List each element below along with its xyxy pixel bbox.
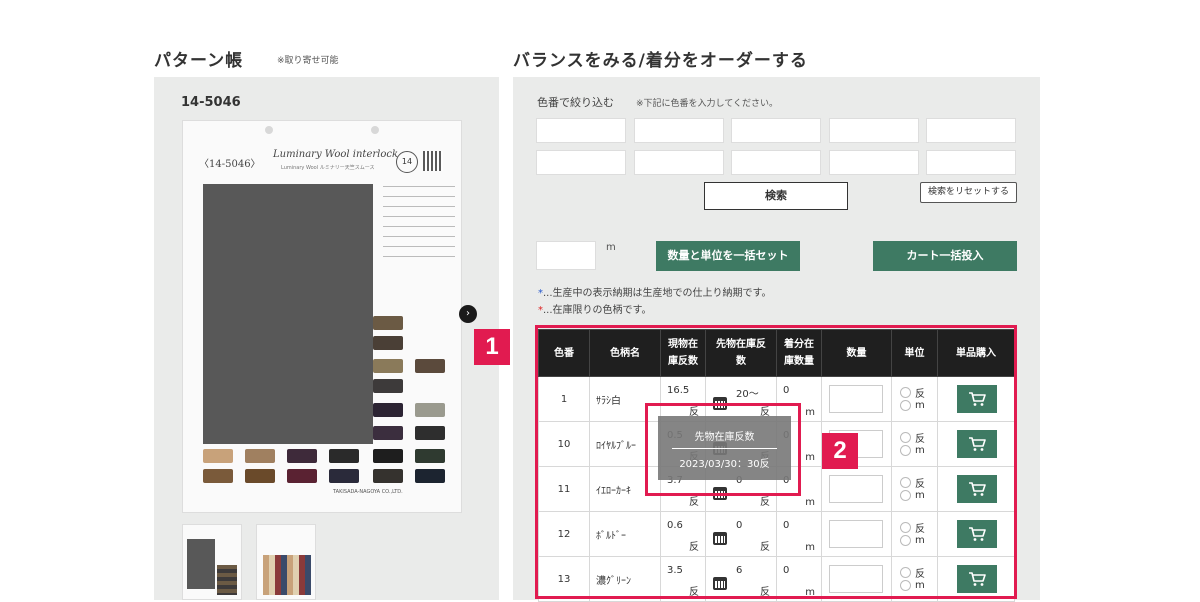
color-swatch <box>373 469 403 483</box>
color-swatch <box>203 449 233 463</box>
color-swatch <box>287 449 317 463</box>
card-hole <box>265 126 273 134</box>
swatch-card-image[interactable]: 〈14-5046〉 Luminary Wool interlock Lumina… <box>182 120 462 513</box>
limited-stock-note: *...在庫限りの色柄です。 <box>538 301 652 316</box>
card-hole <box>371 126 379 134</box>
card-subtitle: Luminary Wool ルミナリー天竺スムース <box>281 165 375 171</box>
color-swatch <box>373 449 403 463</box>
color-swatch <box>373 336 403 350</box>
color-number-input[interactable] <box>829 118 919 143</box>
card-footer: TAKISADA-NAGOYA CO.,LTD. <box>333 489 403 495</box>
color-swatch <box>373 316 403 330</box>
thumbnail-1[interactable] <box>182 524 242 600</box>
card-title: Luminary Wool interlock <box>273 149 399 160</box>
order-heading: バランスをみる/着分をオーダーする <box>513 51 808 71</box>
pattern-code: 14-5046 <box>181 95 241 110</box>
color-number-input[interactable] <box>926 150 1016 175</box>
card-code: 〈14-5046〉 <box>199 159 261 170</box>
production-note-text: ...生産中の表示納期は生産地での仕上り納期です。 <box>543 288 772 299</box>
reset-search-button[interactable]: 検索をリセットする <box>920 182 1017 203</box>
filter-label: 色番で絞り込む <box>537 96 614 109</box>
color-swatch <box>373 359 403 373</box>
annotation-badge-2: 2 <box>822 433 858 469</box>
bulk-set-button[interactable]: 数量と単位を一括セット <box>656 241 800 271</box>
cart-bulk-add-button[interactable]: カート一括投入 <box>873 241 1017 271</box>
color-number-input[interactable] <box>536 118 626 143</box>
thumbnail-2[interactable] <box>256 524 316 600</box>
color-swatch <box>415 359 445 373</box>
color-number-input[interactable] <box>829 150 919 175</box>
bulk-quantity-input[interactable] <box>536 241 596 270</box>
color-swatch <box>329 449 359 463</box>
bulk-quantity-unit: m <box>606 242 616 253</box>
next-image-arrow-icon[interactable]: › <box>459 305 477 323</box>
color-number-input[interactable] <box>731 118 821 143</box>
annotation-badge-1: 1 <box>474 329 510 365</box>
color-swatch <box>415 469 445 483</box>
color-swatch <box>287 469 317 483</box>
color-number-input[interactable] <box>926 118 1016 143</box>
filter-note: ※下記に色番を入力してください。 <box>636 99 779 109</box>
limited-stock-note-text: ...在庫限りの色柄です。 <box>543 305 652 316</box>
color-swatch <box>415 449 445 463</box>
color-swatch <box>415 403 445 417</box>
color-number-input[interactable] <box>634 150 724 175</box>
color-number-input[interactable] <box>634 118 724 143</box>
brand-logo: 14 <box>396 151 418 173</box>
pattern-book-heading: パターン帳 <box>154 51 244 71</box>
color-swatch <box>373 403 403 417</box>
qr-code-icon <box>423 151 443 171</box>
search-button[interactable]: 検索 <box>704 182 848 210</box>
color-swatch <box>373 379 403 393</box>
orderable-note: ※取り寄せ可能 <box>277 56 339 66</box>
color-swatch <box>373 426 403 440</box>
fabric-sample <box>203 184 373 444</box>
color-swatch <box>203 469 233 483</box>
color-swatch <box>245 469 275 483</box>
color-number-input[interactable] <box>536 150 626 175</box>
highlight-box-2 <box>645 403 801 496</box>
color-swatch <box>329 469 359 483</box>
card-spec-lines <box>383 186 455 266</box>
production-note: *...生産中の表示納期は生産地での仕上り納期です。 <box>538 284 772 299</box>
color-swatch <box>415 426 445 440</box>
color-number-input[interactable] <box>731 150 821 175</box>
color-swatch <box>245 449 275 463</box>
